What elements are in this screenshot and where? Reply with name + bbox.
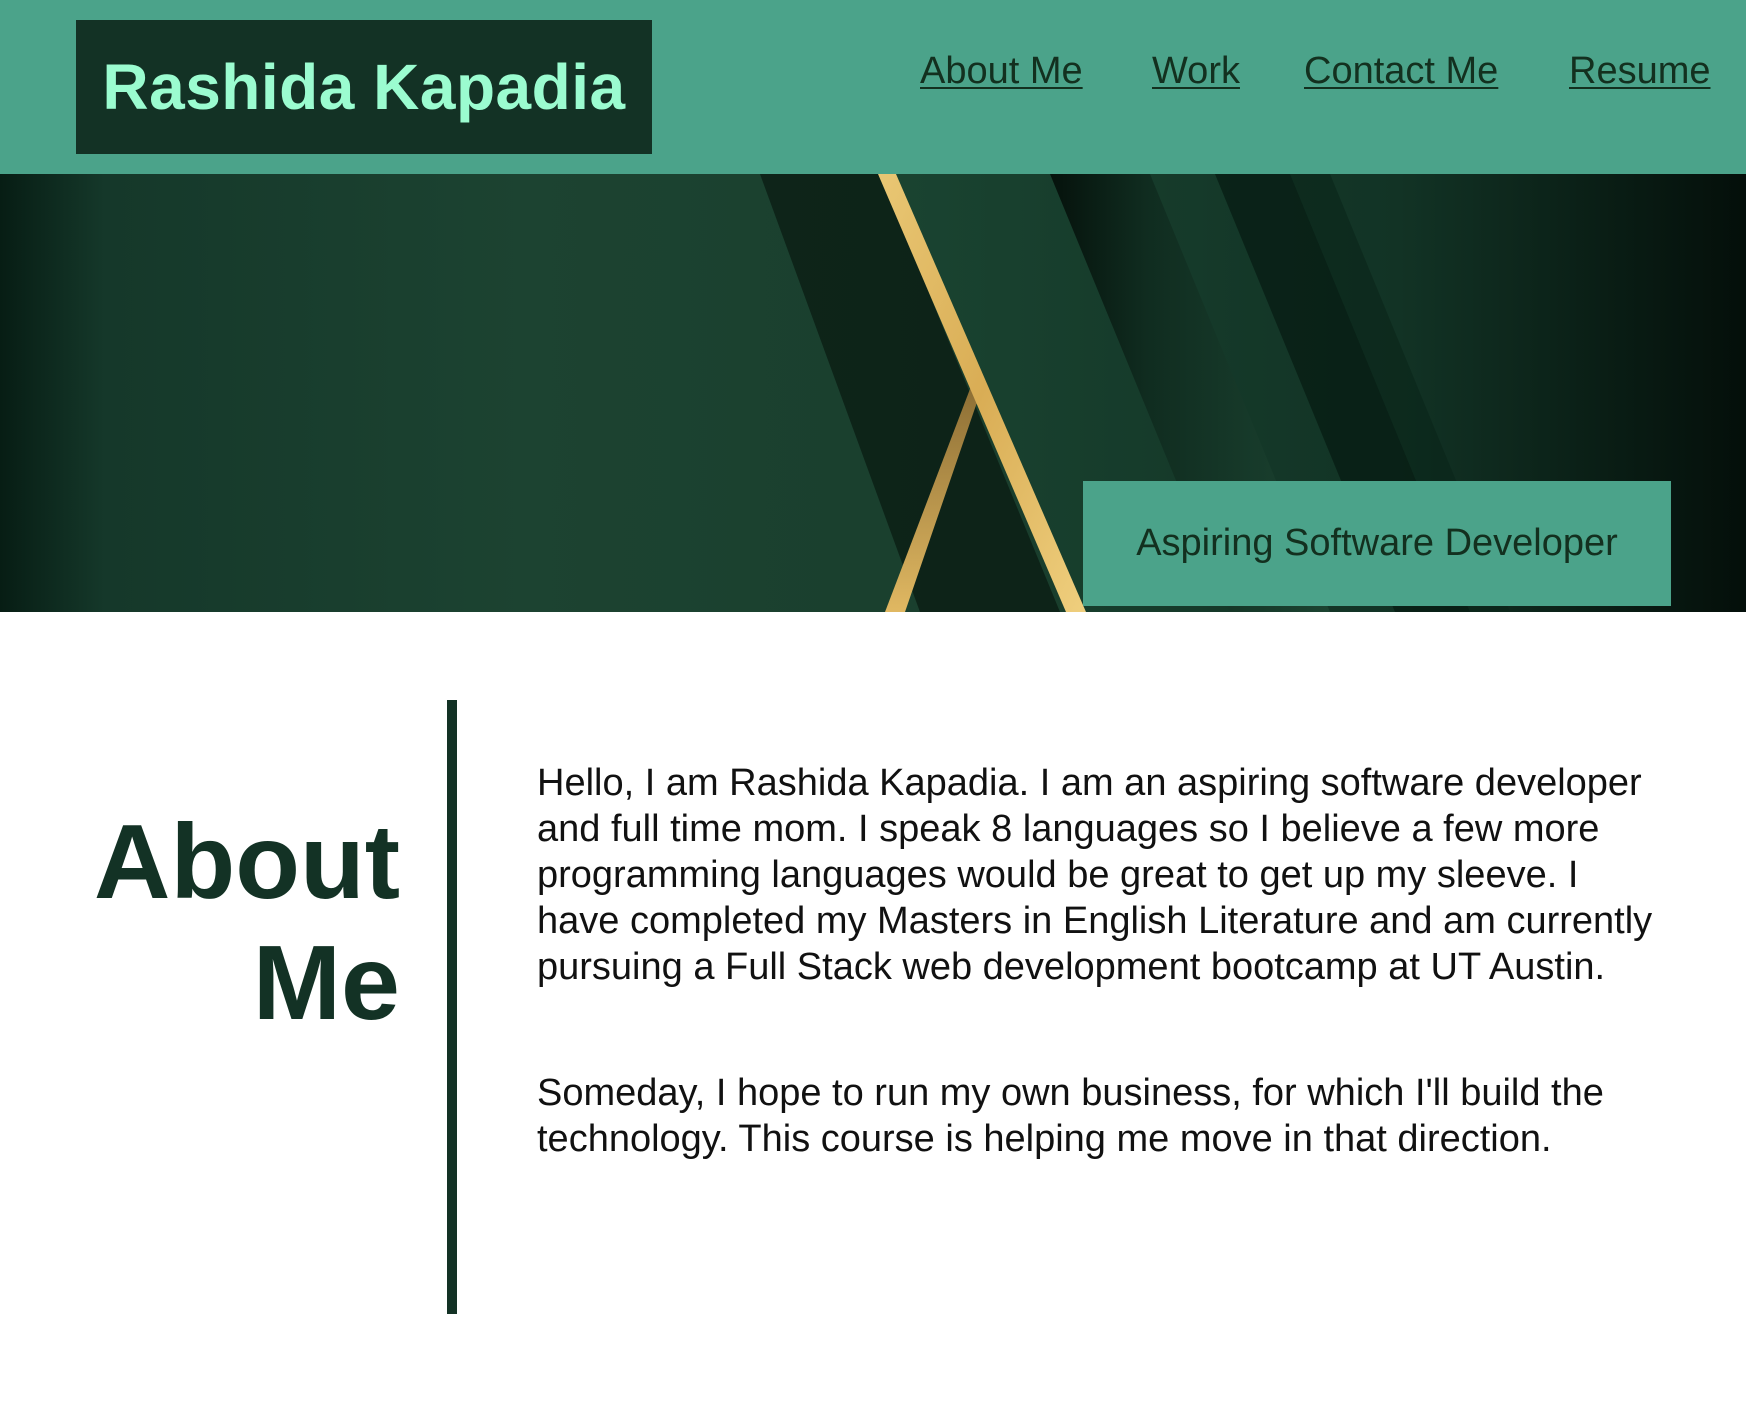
about-heading-line1: About — [93, 803, 400, 921]
about-body: Hello, I am Rashida Kapadia. I am an asp… — [537, 760, 1667, 1162]
nav-link-about-me[interactable]: About Me — [920, 50, 1083, 93]
vertical-divider — [447, 700, 457, 1314]
nav-link-resume[interactable]: Resume — [1569, 50, 1711, 93]
about-heading-line2: Me — [252, 924, 400, 1042]
nav-link-contact-me[interactable]: Contact Me — [1304, 50, 1498, 93]
hero-banner: Aspiring Software Developer — [0, 174, 1746, 612]
site-header: Rashida Kapadia About Me Work Contact Me… — [0, 0, 1746, 174]
about-paragraph-1: Hello, I am Rashida Kapadia. I am an asp… — [537, 762, 1653, 988]
about-heading: About Me — [40, 802, 400, 1044]
main-nav: About Me Work Contact Me Resume — [0, 50, 1746, 100]
tagline-box: Aspiring Software Developer — [1083, 481, 1671, 606]
about-paragraph-2: Someday, I hope to run my own business, … — [537, 1072, 1604, 1160]
about-section: About Me Hello, I am Rashida Kapadia. I … — [0, 612, 1746, 1402]
nav-link-work[interactable]: Work — [1152, 50, 1240, 93]
tagline-text: Aspiring Software Developer — [1136, 522, 1618, 564]
